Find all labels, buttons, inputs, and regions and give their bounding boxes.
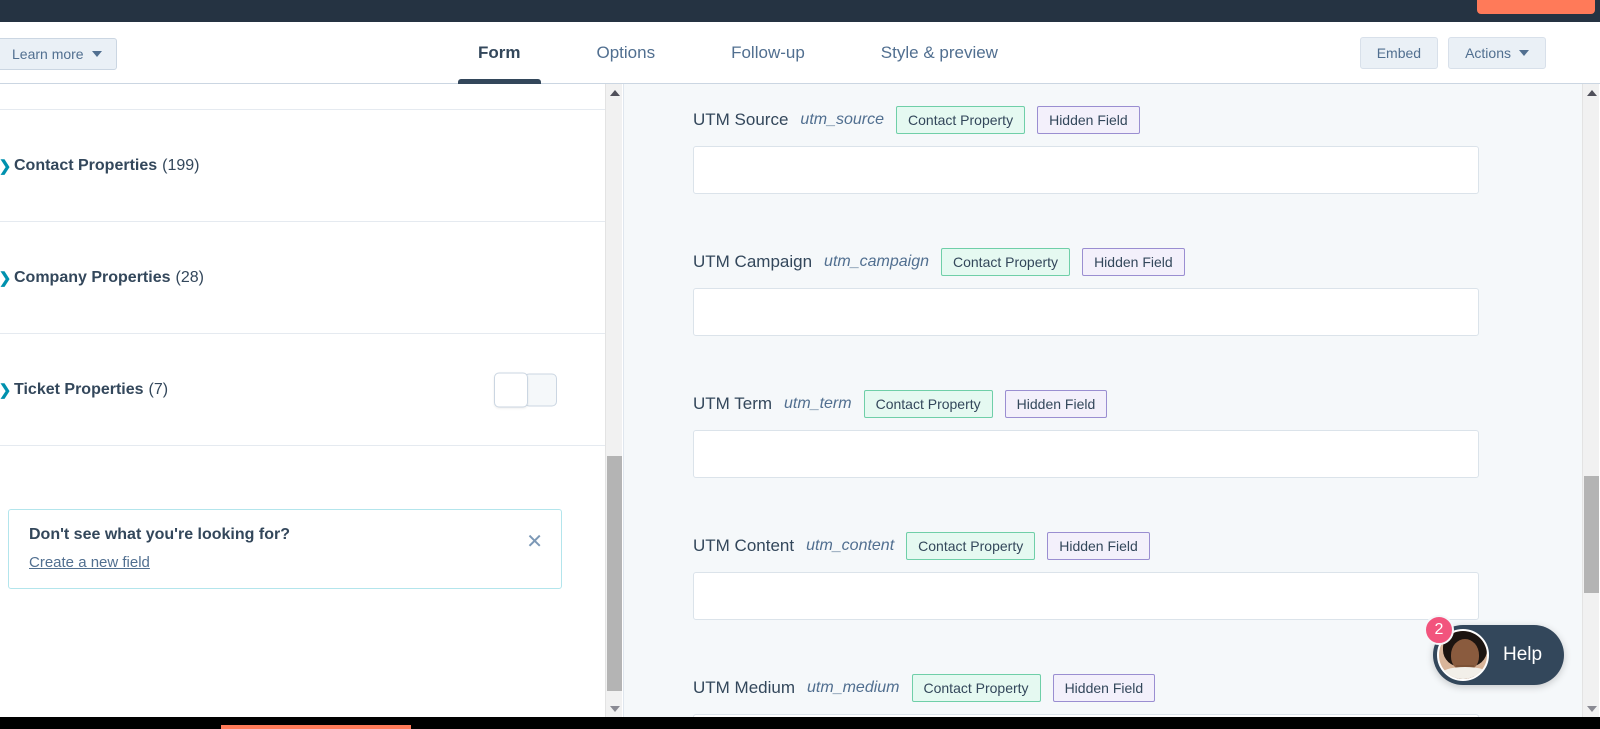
actions-dropdown-button[interactable]: Actions (1448, 37, 1546, 69)
tab-form-label: Form (478, 43, 521, 62)
field-key: utm_source (800, 111, 885, 129)
scroll-down-icon[interactable] (606, 700, 623, 717)
learn-more-dropdown[interactable]: Learn more (0, 38, 117, 70)
hidden-field-badge[interactable]: Hidden Field (1052, 674, 1156, 703)
status-badge: 2 (1424, 615, 1454, 645)
scroll-down-icon[interactable] (1583, 700, 1600, 717)
sidebar-group-ticket-properties[interactable]: ❯ Ticket Properties (7) (0, 334, 605, 446)
field-header: UTM Campaign utm_campaign Contact Proper… (624, 248, 1582, 277)
tab-style-preview[interactable]: Style & preview (843, 22, 1036, 84)
scrollbar-thumb[interactable] (1584, 476, 1599, 593)
field-key: utm_campaign (824, 253, 929, 271)
chevron-right-icon: ❯ (0, 381, 14, 399)
sidebar-group-label: Contact Properties (14, 156, 158, 174)
scroll-up-icon[interactable] (606, 84, 623, 101)
field-label: UTM Content (693, 536, 795, 556)
scrollbar-thumb[interactable] (607, 456, 622, 691)
field-input-utm-source[interactable] (693, 146, 1479, 195)
tab-form[interactable]: Form (440, 22, 559, 84)
learn-more-label: Learn more (12, 46, 84, 62)
field-header: UTM Term utm_term Contact Property Hidde… (624, 390, 1582, 419)
contact-property-badge[interactable]: Contact Property (906, 532, 1036, 561)
form-editor-header: Learn more Form Options Follow-up Style … (0, 22, 1600, 84)
tab-style-preview-label: Style & preview (880, 43, 998, 62)
form-field-utm-campaign: UTM Campaign utm_campaign Contact Proper… (624, 248, 1582, 337)
hidden-field-badge[interactable]: Hidden Field (1047, 532, 1150, 561)
hidden-field-badge[interactable]: Hidden Field (1082, 248, 1185, 277)
field-key: utm_term (784, 395, 852, 413)
embed-button[interactable]: Embed (1359, 37, 1439, 69)
tab-follow-up[interactable]: Follow-up (693, 22, 843, 84)
sidebar-group-count: (199) (162, 156, 200, 174)
sidebar-group-label: Ticket Properties (14, 380, 144, 398)
sidebar-group-count: (7) (148, 380, 169, 398)
sidebar-scrollbar[interactable] (605, 84, 622, 717)
toggle-track[interactable] (524, 373, 557, 406)
field-header: UTM Medium utm_medium Contact Property H… (624, 674, 1582, 703)
sidebar-group-label: Company Properties (14, 268, 171, 286)
help-label: Help (1503, 644, 1543, 665)
sidebar-group-contact-properties[interactable]: ❯ Contact Properties (199) (0, 110, 605, 222)
field-input-utm-content[interactable] (693, 572, 1479, 621)
field-label: UTM Source (693, 110, 789, 130)
field-key: utm_content (806, 537, 895, 555)
properties-sidebar: ❯ Contact Properties (199) ❯ Company Pro… (0, 84, 605, 717)
editor-body: ❯ Contact Properties (199) ❯ Company Pro… (0, 84, 1600, 717)
topbar-cta-button[interactable] (1477, 0, 1595, 14)
contact-property-badge[interactable]: Contact Property (896, 106, 1026, 135)
field-header: UTM Content utm_content Contact Property… (624, 532, 1582, 561)
help-widget[interactable]: Help 2 (1424, 615, 1565, 685)
toggle-knob[interactable] (494, 372, 528, 407)
sidebar-group-count: (28) (175, 268, 204, 286)
promo-title: Don't see what you're looking for? (29, 526, 290, 543)
contact-property-badge[interactable]: Contact Property (863, 390, 993, 419)
tab-follow-up-label: Follow-up (731, 43, 805, 62)
chevron-right-icon: ❯ (0, 157, 14, 175)
sidebar-group-partial[interactable] (0, 84, 605, 110)
hidden-field-badge[interactable]: Hidden Field (1037, 106, 1140, 135)
field-header: UTM Source utm_source Contact Property H… (624, 106, 1582, 135)
header-actions: Embed Actions (1359, 37, 1546, 69)
embed-button-label: Embed (1376, 45, 1422, 61)
sidebar-group-company-properties[interactable]: ❯ Company Properties (28) (0, 222, 605, 334)
field-input-utm-term[interactable] (693, 430, 1479, 479)
main-scrollbar[interactable] (1582, 84, 1599, 717)
contact-property-badge[interactable]: Contact Property (911, 674, 1041, 703)
form-field-utm-term: UTM Term utm_term Contact Property Hidde… (624, 390, 1582, 479)
contact-property-badge[interactable]: Contact Property (941, 248, 1071, 277)
bottom-orange-accent (221, 725, 411, 729)
app-topbar (0, 0, 1600, 22)
chevron-right-icon: ❯ (0, 269, 14, 287)
actions-button-label: Actions (1465, 45, 1511, 61)
form-field-utm-content: UTM Content utm_content Contact Property… (624, 532, 1582, 621)
tab-options-label: Options (596, 43, 656, 62)
close-icon[interactable]: ✕ (526, 532, 543, 552)
create-new-field-link[interactable]: Create a new field (29, 554, 150, 571)
field-input-utm-campaign[interactable] (693, 288, 1479, 337)
form-field-utm-source: UTM Source utm_source Contact Property H… (624, 106, 1582, 195)
form-field-utm-medium: UTM Medium utm_medium Contact Property H… (624, 674, 1582, 717)
editor-tabs: Form Options Follow-up Style & preview (440, 22, 1036, 84)
create-field-promo-card: Don't see what you're looking for? Creat… (8, 509, 562, 589)
ticket-properties-toggle[interactable] (494, 372, 557, 407)
scroll-up-icon[interactable] (1583, 84, 1600, 101)
tab-options[interactable]: Options (559, 22, 694, 84)
field-label: UTM Medium (693, 678, 796, 698)
field-label: UTM Term (693, 394, 773, 414)
field-label: UTM Campaign (693, 252, 813, 272)
chevron-down-icon (91, 51, 102, 57)
hidden-field-badge[interactable]: Hidden Field (1004, 390, 1108, 419)
field-key: utm_medium (807, 679, 900, 697)
chevron-down-icon (1519, 50, 1529, 56)
